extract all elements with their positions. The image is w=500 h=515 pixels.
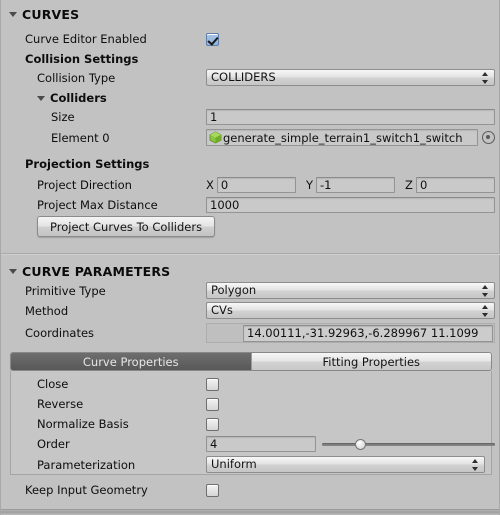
updown-arrows-icon (482, 304, 489, 317)
row-project-max-distance: Project Max Distance 1000 (1, 196, 500, 214)
dropdown-collision-type-value: COLLIDERS (211, 70, 276, 84)
row-parameterization: Parameterization Uniform (1, 455, 500, 474)
label-method: Method (25, 303, 69, 318)
colliders-foldout-group[interactable]: Colliders (1, 89, 107, 107)
label-coordinates: Coordinates (25, 326, 95, 340)
row-method: Method CVs (1, 301, 500, 320)
dropdown-method-value: CVs (211, 303, 233, 317)
label-normalize-basis: Normalize Basis (37, 417, 129, 431)
checkbox-keep-input-geometry[interactable] (206, 483, 219, 497)
input-project-max-distance-value: 1000 (210, 198, 240, 212)
row-normalize-basis: Normalize Basis (1, 415, 500, 433)
label-order: Order (37, 437, 70, 451)
label-project-direction: Project Direction (37, 178, 132, 192)
tab-curve-properties[interactable]: Curve Properties (11, 353, 251, 370)
input-project-direction-z[interactable]: 0 (415, 177, 495, 193)
objectfield-colliders-element0[interactable]: generate_simple_terrain1_switch1_switch (206, 129, 478, 146)
prefab-cube-icon (209, 131, 222, 144)
input-project-direction-y[interactable]: -1 (315, 177, 396, 193)
row-colliders-size: Size 1 (1, 108, 500, 126)
dropdown-method[interactable]: CVs (206, 302, 495, 319)
axis-group-project-direction: X 0 Y -1 Z 0 (206, 177, 495, 193)
objectfield-colliders-element0-value: generate_simple_terrain1_switch1_switch (223, 130, 463, 145)
row-collision-settings-header: Collision Settings (1, 50, 500, 68)
label-collision-type: Collision Type (37, 70, 116, 85)
axis-label-x: X (206, 178, 214, 192)
row-primitive-type: Primitive Type Polygon (1, 281, 500, 300)
row-coordinates: Coordinates 14.00111,-31.92963,-6.289967… (1, 322, 500, 344)
triangle-down-icon[interactable] (9, 12, 17, 17)
label-primitive-type: Primitive Type (25, 283, 106, 298)
checkbox-reverse[interactable] (206, 397, 219, 411)
label-project-max-distance: Project Max Distance (37, 198, 158, 212)
input-project-direction-x-value: 0 (220, 178, 229, 192)
updown-arrows-icon (482, 284, 489, 297)
updown-arrows-icon (482, 71, 489, 84)
row-collision-type: Collision Type COLLIDERS (1, 68, 500, 87)
slider-order-track (322, 442, 495, 446)
slider-order[interactable] (322, 436, 495, 452)
label-colliders-size: Size (51, 110, 75, 124)
label-keep-input-geometry: Keep Input Geometry (25, 483, 148, 497)
coordinates-field-wrapper: 14.00111,-31.92963,-6.289967 11.1099 (206, 323, 495, 343)
tab-fitting-properties-label: Fitting Properties (322, 354, 421, 369)
checkbox-close[interactable] (206, 377, 219, 391)
input-order[interactable]: 4 (206, 436, 316, 452)
label-reverse: Reverse (37, 397, 84, 411)
inspector-panel: CURVES Curve Editor Enabled Collision Se… (0, 0, 500, 515)
dropdown-collision-type[interactable]: COLLIDERS (206, 69, 495, 86)
input-order-value: 4 (210, 437, 218, 451)
section-header-curve-parameters[interactable]: CURVE PARAMETERS (1, 262, 500, 281)
project-curves-to-colliders-button[interactable]: Project Curves To Colliders (37, 216, 216, 237)
dropdown-parameterization-value: Uniform (211, 457, 257, 471)
label-colliders: Colliders (50, 91, 107, 105)
dropdown-primitive-type[interactable]: Polygon (206, 282, 495, 299)
label-projection-settings: Projection Settings (25, 157, 150, 171)
input-project-direction-x[interactable]: 0 (216, 177, 296, 193)
checkbox-normalize-basis[interactable] (206, 417, 219, 431)
label-colliders-element0: Element 0 (51, 130, 110, 145)
project-curves-to-colliders-button-label: Project Curves To Colliders (50, 219, 203, 234)
input-project-direction-y-value: -1 (319, 178, 332, 192)
row-project-button: Project Curves To Colliders (37, 216, 216, 237)
input-coordinates[interactable]: 14.00111,-31.92963,-6.289967 11.1099 (243, 324, 493, 342)
row-project-direction: Project Direction X 0 Y -1 Z 0 (1, 176, 500, 194)
input-project-direction-z-value: 0 (419, 178, 428, 192)
label-parameterization: Parameterization (37, 457, 136, 472)
dropdown-primitive-type-value: Polygon (211, 283, 257, 297)
tab-fitting-properties[interactable]: Fitting Properties (250, 353, 491, 370)
axis-label-z: Z (405, 178, 413, 192)
input-colliders-size[interactable]: 1 (206, 109, 495, 125)
section-title-curves: CURVES (22, 7, 80, 22)
row-projection-settings-header: Projection Settings (1, 155, 500, 173)
row-colliders-element0: Element 0 generate_simple_terrain1_switc… (1, 128, 500, 147)
input-project-max-distance[interactable]: 1000 (206, 197, 495, 213)
row-colliders-foldout[interactable]: Colliders (1, 89, 500, 107)
label-close: Close (37, 377, 69, 391)
row-close: Close (1, 375, 500, 393)
label-curve-editor-enabled: Curve Editor Enabled (25, 32, 147, 46)
checkbox-curve-editor-enabled[interactable] (206, 32, 219, 46)
row-order: Order 4 (1, 434, 500, 454)
row-curve-editor-enabled: Curve Editor Enabled (1, 30, 500, 48)
triangle-down-icon[interactable] (37, 95, 45, 101)
axis-label-y: Y (305, 178, 313, 192)
triangle-down-icon[interactable] (9, 269, 17, 274)
tabbar-curve-parameters: Curve Properties Fitting Properties (10, 352, 492, 371)
input-colliders-size-value: 1 (210, 110, 218, 124)
dropdown-parameterization[interactable]: Uniform (206, 456, 485, 473)
section-header-curves[interactable]: CURVES (1, 5, 500, 24)
tab-curve-properties-label: Curve Properties (82, 354, 179, 369)
section-divider (1, 253, 500, 254)
updown-arrows-icon (472, 458, 479, 471)
input-coordinates-value: 14.00111,-31.92963,-6.289967 11.1099 (247, 326, 479, 340)
row-keep-input-geometry: Keep Input Geometry (1, 481, 500, 499)
slider-order-thumb[interactable] (354, 438, 366, 450)
object-picker-icon[interactable] (482, 131, 495, 144)
row-reverse: Reverse (1, 395, 500, 413)
panel-bottom-edge (1, 509, 499, 515)
label-collision-settings: Collision Settings (25, 52, 139, 66)
section-title-curve-parameters: CURVE PARAMETERS (22, 264, 171, 279)
